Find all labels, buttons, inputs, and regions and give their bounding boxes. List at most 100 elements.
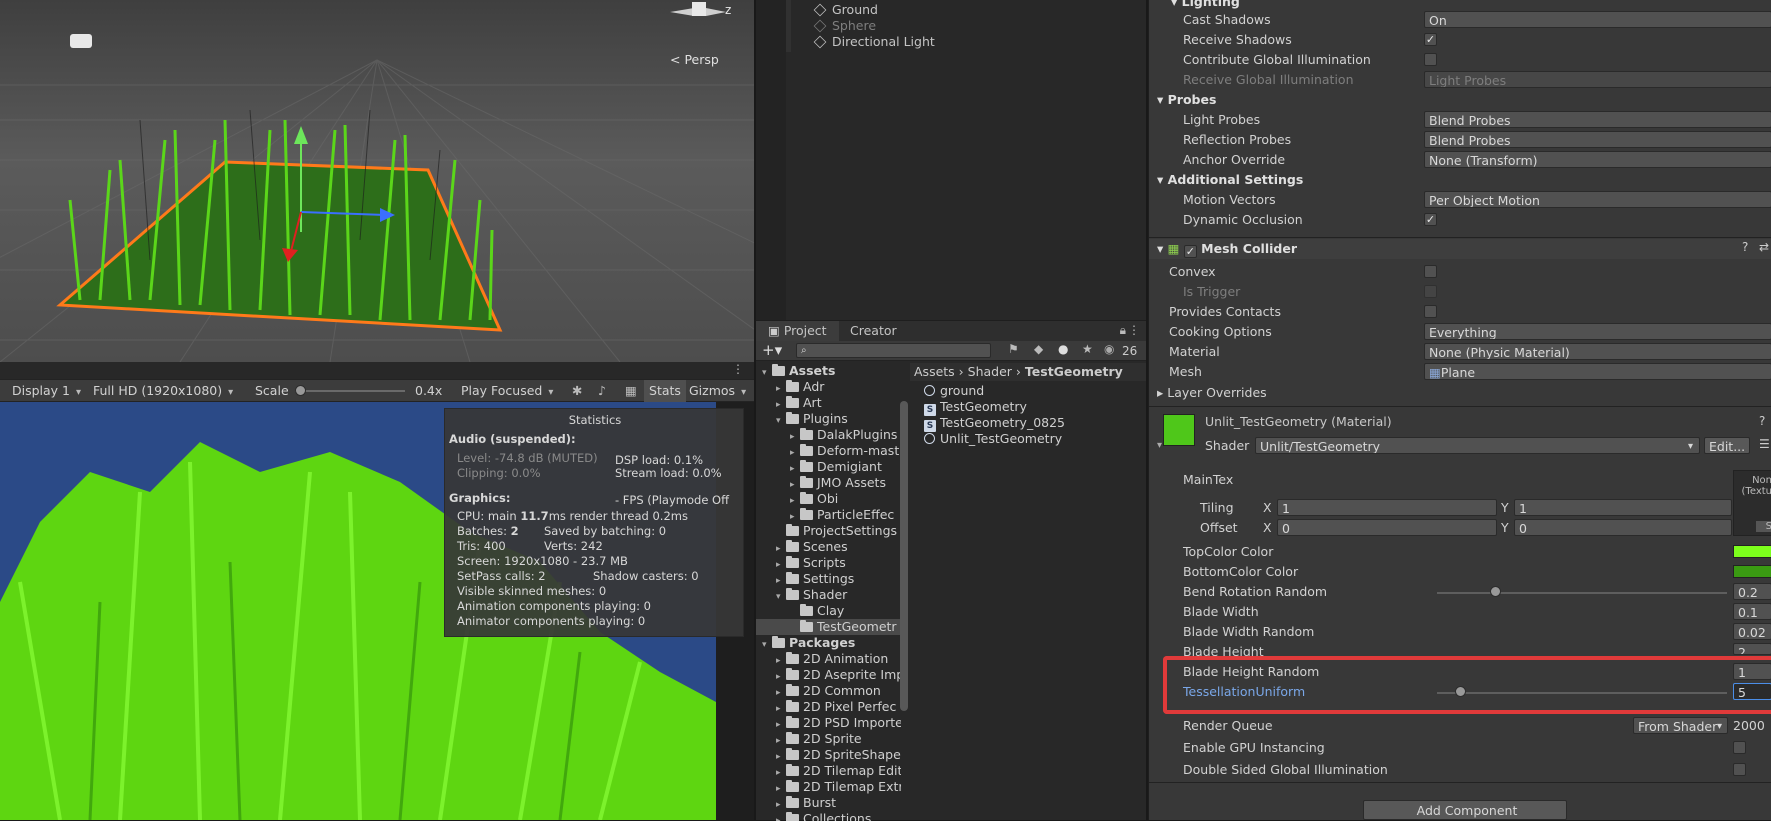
project-file-item[interactable]: Unlit_TestGeometry bbox=[924, 431, 1062, 447]
grid-icon[interactable]: ▦ bbox=[625, 380, 637, 402]
expanded-arrow-icon[interactable]: ▾ bbox=[776, 413, 786, 429]
persp-label[interactable]: < Persp bbox=[670, 52, 719, 67]
create-button[interactable]: +▾ bbox=[762, 341, 782, 359]
convex-checkbox[interactable] bbox=[1424, 265, 1437, 278]
tab-project[interactable]: ▣ Project bbox=[756, 321, 839, 341]
bend-rotation-field[interactable]: 0.2 bbox=[1733, 583, 1771, 600]
search-by-type-icon[interactable]: ⚑ bbox=[1008, 342, 1019, 356]
project-tree-item[interactable]: ▸ 2D SpriteShape bbox=[776, 747, 901, 763]
hierarchy-item-directional-light[interactable]: Directional Light bbox=[756, 32, 1146, 52]
blade-height-random-field[interactable]: 1 bbox=[1733, 663, 1771, 680]
play-mode-dropdown[interactable]: Play Focused bbox=[461, 380, 566, 402]
project-tree-item[interactable]: ▸ Scenes bbox=[776, 539, 848, 555]
project-tree-item[interactable]: ▸ 2D Animation bbox=[776, 651, 888, 667]
project-tree-item[interactable]: ▸ 2D Aseprite Imp bbox=[776, 667, 901, 683]
breadcrumb-assets[interactable]: Assets bbox=[914, 364, 955, 379]
bug-icon[interactable]: ✱ bbox=[572, 380, 582, 402]
blade-height-field[interactable]: 2 bbox=[1733, 643, 1771, 655]
project-tree-item[interactable]: ▸ Demigiant bbox=[790, 459, 882, 475]
scene-view[interactable]: z < Persp bbox=[0, 0, 754, 362]
bend-rotation-slider[interactable] bbox=[1437, 592, 1727, 594]
project-tree-item[interactable]: ▾ Shader bbox=[776, 587, 847, 603]
warning-icon[interactable]: ● bbox=[1058, 342, 1068, 356]
tiling-y-field[interactable]: 1 bbox=[1514, 499, 1732, 516]
more-options-icon[interactable]: ⋮ bbox=[732, 362, 744, 376]
lock-icon[interactable]: 🔒︎ bbox=[1120, 323, 1126, 338]
more-options-icon[interactable]: ⋮ bbox=[1128, 323, 1140, 337]
gizmos-dropdown[interactable]: Gizmos bbox=[689, 380, 746, 402]
project-tree-item[interactable]: ▸ Settings bbox=[776, 571, 854, 587]
material-foldout-icon[interactable]: ▾ bbox=[1157, 440, 1162, 451]
help-icon[interactable]: ? bbox=[1742, 240, 1748, 254]
render-queue-value[interactable]: 2000 bbox=[1733, 716, 1771, 736]
tessellation-slider[interactable] bbox=[1437, 692, 1727, 694]
cooking-options-dropdown[interactable]: Everything bbox=[1424, 323, 1771, 340]
settings-icon[interactable]: ⇄ bbox=[1759, 240, 1769, 254]
project-tree-item[interactable]: TestGeometr bbox=[756, 619, 901, 635]
project-tree-item[interactable]: ▸ JMO Assets bbox=[790, 475, 886, 491]
top-color-swatch[interactable] bbox=[1733, 545, 1771, 558]
breadcrumb-shader[interactable]: Shader bbox=[968, 364, 1012, 379]
project-file-item[interactable]: ground bbox=[924, 383, 984, 399]
layer-overrides-foldout[interactable]: ▸ Layer Overrides bbox=[1149, 383, 1771, 403]
dynamic-occlusion-checkbox[interactable]: ✓ bbox=[1424, 213, 1437, 226]
project-tree-item[interactable]: ▸ 2D Common bbox=[776, 683, 881, 699]
breadcrumb-testgeometry[interactable]: TestGeometry bbox=[1025, 364, 1123, 379]
project-tree-item[interactable]: ▸ 2D Tilemap Edit bbox=[776, 763, 901, 779]
project-tree-item[interactable]: ▸ Adr bbox=[776, 379, 824, 395]
expanded-arrow-icon[interactable]: ▾ bbox=[762, 365, 772, 381]
cast-shadows-dropdown[interactable]: On bbox=[1424, 11, 1771, 28]
reflection-probes-dropdown[interactable]: Blend Probes bbox=[1424, 131, 1771, 148]
render-queue-dropdown[interactable]: From Shader ▾ bbox=[1633, 717, 1728, 734]
visibility-icon[interactable]: ◉ bbox=[1104, 342, 1114, 356]
scale-slider[interactable] bbox=[295, 385, 405, 396]
project-tree-item[interactable]: ▸ 2D Tilemap Extr bbox=[776, 779, 901, 795]
project-tree-item[interactable]: Clay bbox=[790, 603, 844, 619]
mesh-collider-enabled-checkbox[interactable]: ✓ bbox=[1183, 245, 1197, 258]
provides-contacts-checkbox[interactable] bbox=[1424, 305, 1437, 318]
project-tree-item[interactable]: ▾ Assets bbox=[762, 363, 835, 379]
tree-scrollbar[interactable] bbox=[900, 401, 908, 711]
bend-rotation-slider-knob[interactable] bbox=[1490, 586, 1501, 597]
project-file-item[interactable]: S TestGeometry_0825 bbox=[924, 415, 1065, 432]
contribute-gi-checkbox[interactable] bbox=[1424, 53, 1437, 66]
project-tree-item[interactable]: ▸ ParticleEffec bbox=[790, 507, 894, 523]
expanded-arrow-icon[interactable]: ▾ bbox=[762, 637, 772, 653]
probes-section[interactable]: ▾ Probes bbox=[1149, 90, 1771, 110]
project-tree-item[interactable]: ▸ Art bbox=[776, 395, 822, 411]
additional-settings-section[interactable]: ▾ Additional Settings bbox=[1149, 170, 1771, 190]
mesh-collider-header[interactable]: ▾ ▦ ✓ Mesh Collider bbox=[1149, 239, 1771, 259]
double-sided-gi-checkbox[interactable] bbox=[1733, 763, 1746, 776]
project-tree-item[interactable]: ▸ 2D Sprite bbox=[776, 731, 862, 747]
gpu-instancing-checkbox[interactable] bbox=[1733, 741, 1746, 754]
expanded-arrow-icon[interactable]: ▾ bbox=[776, 589, 786, 605]
tiling-x-field[interactable]: 1 bbox=[1277, 499, 1497, 516]
project-tree-item[interactable]: ▸ Scripts bbox=[776, 555, 846, 571]
favorite-icon[interactable]: ★ bbox=[1082, 342, 1093, 356]
project-tree-item[interactable]: ProjectSettings bbox=[776, 523, 897, 539]
project-tree-item[interactable]: ▸ Burst bbox=[776, 795, 836, 811]
blade-width-field[interactable]: 0.1 bbox=[1733, 603, 1771, 620]
receive-shadows-checkbox[interactable]: ✓ bbox=[1424, 33, 1437, 46]
project-tree-item[interactable]: ▸ Obi bbox=[790, 491, 838, 507]
bottom-color-swatch[interactable] bbox=[1733, 565, 1771, 578]
mesh-field[interactable]: ▦Plane bbox=[1424, 363, 1771, 380]
project-tree-item[interactable]: ▸ DalakPlugins bbox=[790, 427, 897, 443]
project-tree-item[interactable]: ▸ 2D PSD Importe bbox=[776, 715, 901, 731]
shader-edit-button[interactable]: Edit... bbox=[1704, 437, 1750, 454]
material-field[interactable]: None (Physic Material) bbox=[1424, 343, 1771, 360]
mute-audio-icon[interactable]: ♪ bbox=[598, 380, 606, 402]
offset-y-field[interactable]: 0 bbox=[1514, 519, 1732, 536]
project-search-input[interactable]: ⌕ bbox=[796, 343, 991, 358]
offset-x-field[interactable]: 0 bbox=[1277, 519, 1497, 536]
tessellation-field[interactable]: 5 bbox=[1733, 683, 1771, 700]
light-probes-dropdown[interactable]: Blend Probes bbox=[1424, 111, 1771, 128]
tab-creator[interactable]: Creator bbox=[838, 321, 909, 341]
anchor-override-field[interactable]: None (Transform) bbox=[1424, 151, 1771, 168]
project-tree-item[interactable]: ▾ Plugins bbox=[776, 411, 848, 427]
shader-dropdown[interactable]: Unlit/TestGeometry ▾ bbox=[1255, 437, 1700, 454]
project-tree-item[interactable]: ▾ Packages bbox=[762, 635, 855, 651]
motion-vectors-dropdown[interactable]: Per Object Motion bbox=[1424, 191, 1771, 208]
label-icon[interactable]: ◆ bbox=[1034, 342, 1043, 356]
scene-gizmo[interactable]: z bbox=[670, 0, 731, 24]
